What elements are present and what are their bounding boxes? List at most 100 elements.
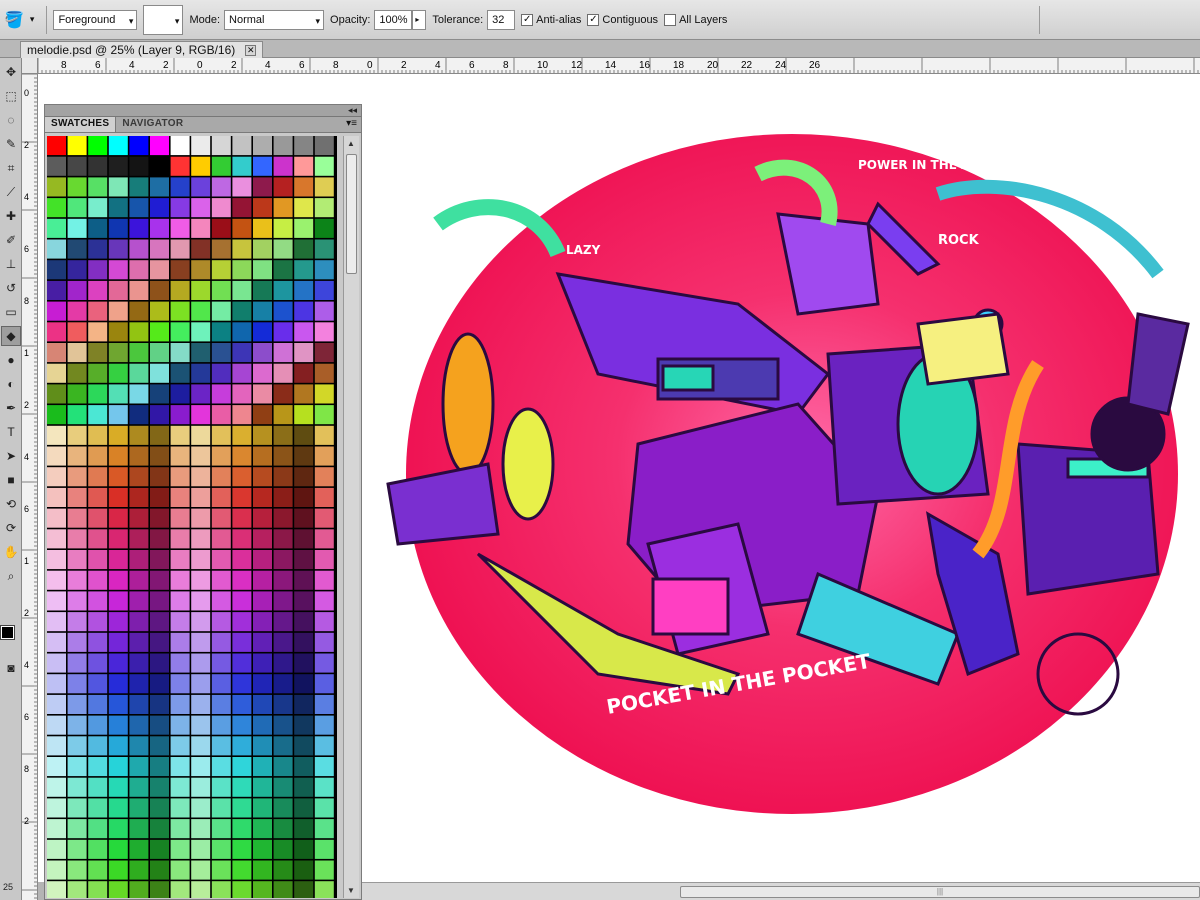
color-swatch[interactable] [170,384,190,404]
color-swatch[interactable] [170,591,190,611]
color-swatch[interactable] [67,405,87,425]
color-swatch[interactable] [88,136,108,156]
color-swatch[interactable] [191,757,211,777]
color-swatch[interactable] [294,839,314,859]
color-swatch[interactable] [294,363,314,383]
color-swatch[interactable] [232,343,252,363]
color-swatch[interactable] [314,591,334,611]
color-swatch[interactable] [232,156,252,176]
color-swatch[interactable] [314,860,334,880]
color-swatch[interactable] [253,425,272,445]
color-swatch[interactable] [191,653,211,673]
color-swatch[interactable] [47,736,66,756]
color-swatch[interactable] [108,260,128,280]
color-swatch[interactable] [294,384,314,404]
color-swatch[interactable] [47,819,66,839]
color-swatch[interactable] [129,839,149,859]
color-swatch[interactable] [191,260,211,280]
color-swatch[interactable] [273,156,293,176]
color-swatch[interactable] [47,653,66,673]
color-swatch[interactable] [150,757,169,777]
color-swatch[interactable] [170,798,190,818]
color-swatch[interactable] [294,322,314,342]
color-swatch[interactable] [67,177,87,197]
color-swatch[interactable] [129,591,149,611]
color-swatch[interactable] [67,777,87,797]
color-swatch[interactable] [273,405,293,425]
horizontal-ruler[interactable]: 8 6 4 2 0 2 4 6 8 0 2 4 6 8 10 12 14 16 18 20 22 24 26 [38,58,1200,74]
color-swatch[interactable] [129,467,149,487]
color-swatch[interactable] [67,839,87,859]
color-swatch[interactable] [191,715,211,735]
color-swatch[interactable] [47,177,66,197]
color-swatch[interactable] [273,881,293,898]
color-swatch[interactable] [294,777,314,797]
color-swatch[interactable] [191,301,211,321]
color-swatch[interactable] [232,839,252,859]
color-swatch[interactable] [191,156,211,176]
color-swatch[interactable] [67,136,87,156]
color-swatch[interactable] [150,653,169,673]
color-swatch[interactable] [253,260,272,280]
color-swatch[interactable] [294,881,314,898]
color-swatch[interactable] [253,177,272,197]
color-swatch[interactable] [170,177,190,197]
color-swatch[interactable] [129,632,149,652]
color-swatch[interactable] [150,632,169,652]
quick-select-icon[interactable]: ✎ [1,134,21,154]
color-swatch[interactable] [150,736,169,756]
color-swatch[interactable] [150,881,169,898]
color-swatch[interactable] [108,198,128,218]
color-swatch[interactable] [170,550,190,570]
color-swatch[interactable] [67,529,87,549]
3d-orbit-icon[interactable]: ⟳ [1,518,21,538]
color-swatch[interactable] [232,487,252,507]
color-swatch[interactable] [232,819,252,839]
color-swatch[interactable] [294,757,314,777]
color-swatch[interactable] [88,798,108,818]
eraser-icon[interactable]: ▭ [1,302,21,322]
color-swatch[interactable] [232,508,252,528]
color-swatch[interactable] [273,322,293,342]
color-swatch[interactable] [88,446,108,466]
tab-swatches[interactable]: SWATCHES [45,117,117,132]
color-swatch[interactable] [273,570,293,590]
color-swatch[interactable] [273,757,293,777]
color-swatch[interactable] [150,280,169,300]
color-swatch[interactable] [273,798,293,818]
color-swatch[interactable] [294,260,314,280]
opacity-slider-toggle[interactable]: ▸ [412,9,427,30]
color-swatch[interactable] [170,860,190,880]
color-swatch[interactable] [170,322,190,342]
color-swatch[interactable] [232,446,252,466]
color-swatch[interactable] [314,322,334,342]
color-swatch[interactable] [211,425,231,445]
color-swatch[interactable] [253,694,272,714]
color-swatch[interactable] [150,591,169,611]
vertical-scrollbar[interactable]: ▲ ▼ [343,136,359,898]
color-swatch[interactable] [170,343,190,363]
color-swatch[interactable] [150,529,169,549]
color-swatch[interactable] [88,156,108,176]
color-swatch[interactable] [294,860,314,880]
color-swatch[interactable] [108,322,128,342]
color-swatch[interactable] [211,860,231,880]
color-swatch[interactable] [129,405,149,425]
color-swatch[interactable] [150,363,169,383]
color-swatch[interactable] [88,487,108,507]
color-swatch[interactable] [253,136,272,156]
color-swatch[interactable] [170,467,190,487]
color-swatch[interactable] [253,363,272,383]
color-swatch[interactable] [129,301,149,321]
color-swatch[interactable] [253,819,272,839]
color-swatch[interactable] [150,777,169,797]
color-swatch[interactable] [150,798,169,818]
color-swatch[interactable] [232,653,252,673]
color-swatch[interactable] [88,198,108,218]
healing-icon[interactable]: ✚ [1,206,21,226]
color-swatch[interactable] [170,694,190,714]
color-swatch[interactable] [129,757,149,777]
3d-rotate-icon[interactable]: ⟲ [1,494,21,514]
color-swatch[interactable] [129,156,149,176]
color-swatch[interactable] [314,550,334,570]
